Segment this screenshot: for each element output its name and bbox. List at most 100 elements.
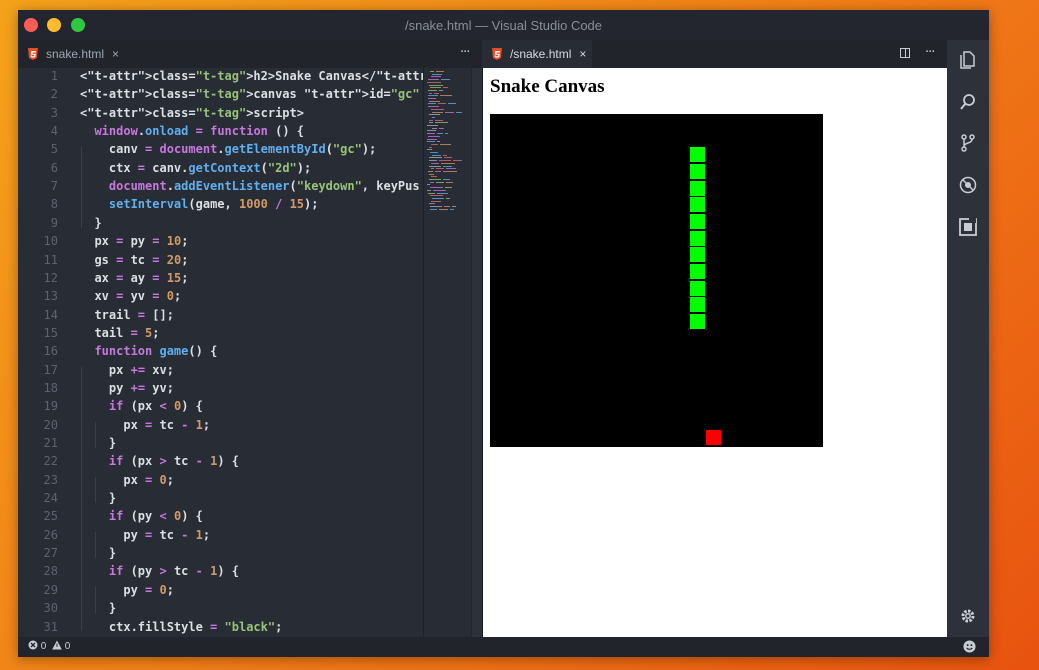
line-number: 27 [43, 546, 58, 561]
line-number: 17 [43, 362, 58, 377]
minimap-line [443, 87, 448, 89]
minimap-line [445, 133, 448, 135]
code-line[interactable]: } [80, 436, 116, 450]
preview-heading: Snake Canvas [490, 76, 605, 97]
code-line[interactable]: setInterval(game, 1000 / 15); [80, 197, 319, 211]
more-actions-icon[interactable]: ··· [460, 45, 470, 60]
explorer-icon[interactable] [958, 50, 978, 70]
minimap-line [430, 206, 442, 207]
minimap-line [446, 168, 456, 170]
code-line[interactable]: ctx = canv.getContext("2d"); [80, 161, 311, 175]
minimap-line [432, 73, 442, 75]
split-editor-icon[interactable] [900, 48, 910, 58]
code-line[interactable]: canv = document.getElementById("gc"); [80, 142, 376, 156]
code-line[interactable]: } [80, 601, 116, 615]
minimap-line [446, 197, 450, 199]
line-number: 1 [50, 69, 58, 83]
code-line[interactable]: function game() { [80, 344, 217, 358]
code-line[interactable]: tail = 5; [80, 326, 159, 340]
line-number: 8 [50, 197, 58, 212]
code-line[interactable]: if (px > tc - 1) { [80, 454, 239, 468]
minimap-line [431, 176, 437, 178]
code-line[interactable]: } [80, 216, 101, 230]
code-line[interactable]: xv = yv = 0; [80, 289, 181, 303]
smiley-icon[interactable] [963, 640, 976, 653]
warning-count[interactable]: 0 [52, 640, 70, 652]
code-line[interactable]: <"t-attr">class="t-tag">canvas "t-attr">… [80, 87, 423, 101]
code-line[interactable]: ctx.fillStyle = "black"; [80, 620, 282, 634]
minimap[interactable] [423, 68, 472, 637]
code-line[interactable]: ax = ay = 15; [80, 271, 188, 285]
search-icon[interactable] [958, 92, 978, 112]
code-line[interactable]: px = tc - 1; [80, 418, 210, 432]
minimap-line [431, 162, 439, 164]
minimap-line [437, 192, 448, 194]
minimap-line [429, 119, 433, 121]
code-line[interactable]: px = py = 10; [80, 234, 188, 248]
minimap-line [429, 122, 433, 124]
close-tab-icon[interactable]: × [112, 47, 119, 61]
code-line[interactable]: px += xv; [80, 363, 174, 377]
line-number: 19 [43, 399, 58, 414]
code-line[interactable]: document.addEventListener("keydown", key… [80, 179, 420, 193]
line-number: 29 [43, 582, 58, 597]
minimap-line [428, 106, 439, 108]
minimap-line [429, 157, 442, 159]
minimap-line [453, 160, 462, 162]
code-editor[interactable]: <"t-attr">class="t-tag">h2>Snake Canvas<… [66, 68, 423, 637]
html-file-icon [28, 48, 38, 60]
minimap-line [429, 160, 437, 162]
minimap-line [435, 119, 443, 121]
line-number: 14 [43, 307, 58, 322]
snake-game-canvas [490, 114, 823, 447]
line-number: 23 [43, 472, 58, 487]
code-line[interactable]: py = tc - 1; [80, 528, 210, 542]
indent-guide [81, 146, 82, 228]
minimap-line [430, 152, 438, 153]
minimap-line [428, 95, 438, 97]
minimap-line [431, 108, 444, 110]
line-number: 3 [50, 105, 58, 120]
minimap-line [430, 208, 437, 210]
code-line[interactable]: } [80, 491, 116, 505]
minimap-line [434, 92, 439, 94]
minimap-line [443, 170, 457, 172]
snake-segment [689, 197, 705, 213]
code-line[interactable]: if (px < 0) { [80, 399, 203, 413]
warning-icon [52, 640, 62, 650]
code-line[interactable]: trail = []; [80, 308, 174, 322]
minimap-line [430, 187, 443, 189]
code-line[interactable]: <"t-attr">class="t-tag">script> [80, 106, 304, 120]
debug-icon[interactable] [958, 175, 978, 195]
snake-segment [689, 280, 705, 296]
minimap-line [439, 160, 451, 162]
line-number: 10 [43, 234, 58, 249]
code-line[interactable]: <"t-attr">class="t-tag">h2>Snake Canvas<… [80, 69, 423, 83]
tab-preview-snake-html[interactable]: /snake.html × [482, 40, 593, 68]
minimap-line [431, 76, 441, 78]
more-actions-icon[interactable]: ··· [925, 45, 935, 60]
close-tab-icon[interactable]: × [579, 47, 586, 61]
code-line[interactable]: if (py < 0) { [80, 509, 203, 523]
minimap-line [430, 87, 441, 89]
minimap-line [427, 184, 430, 186]
minimap-line [432, 116, 435, 118]
code-line[interactable]: if (py > tc - 1) { [80, 564, 239, 578]
extensions-icon[interactable] [958, 217, 978, 237]
snake-segment [689, 213, 705, 229]
code-line[interactable]: window.onload = function () { [80, 124, 304, 138]
minimap-line [428, 170, 433, 172]
source-control-icon[interactable] [958, 133, 978, 153]
minimap-line [436, 168, 444, 170]
line-number: 2 [50, 87, 58, 102]
code-line[interactable]: py += yv; [80, 381, 174, 395]
code-line[interactable]: } [80, 546, 116, 560]
line-number: 5 [50, 142, 58, 157]
minimap-line [439, 89, 443, 91]
line-number: 31 [43, 619, 58, 634]
minimap-line [432, 111, 443, 113]
error-count[interactable]: 0 [28, 640, 46, 652]
code-line[interactable]: gs = tc = 20; [80, 253, 188, 267]
gear-icon[interactable] [958, 606, 978, 626]
tab-snake-html[interactable]: snake.html × [28, 40, 119, 68]
